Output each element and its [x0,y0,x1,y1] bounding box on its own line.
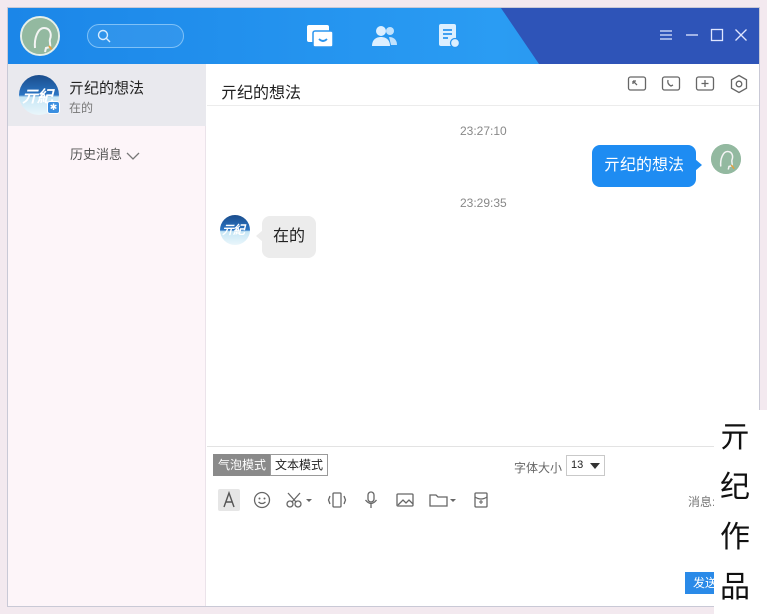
conversation-item[interactable]: 亓紀 ✱ 亓纪的想法 在的 [8,64,206,126]
font-icon [223,490,235,508]
message-input[interactable] [218,520,708,600]
search-input[interactable] [87,24,184,48]
text-mode-button[interactable]: 文本模式 [270,454,329,476]
vibrate-icon [327,492,347,508]
user-avatar-icon [22,18,58,54]
add-member-button[interactable] [695,74,715,94]
send-image-button[interactable] [394,489,416,511]
image-icon [396,493,414,507]
font-style-button[interactable] [218,489,240,511]
message-timestamp: 23:27:10 [460,124,507,138]
nav-messages[interactable] [305,22,335,50]
peer-avatar: 亓紀 [220,215,250,245]
font-size-select[interactable]: 13 [566,455,605,476]
conversation-sidebar: 亓紀 ✱ 亓纪的想法 在的 历史消息 [8,64,206,606]
outgoing-message-bubble[interactable]: 亓纪的想法 [592,145,703,187]
chevron-down-icon [126,152,140,160]
nav-apps[interactable] [434,22,464,50]
bubble-mode-button[interactable]: 气泡模式 [213,454,272,476]
user-avatar-icon [711,144,741,174]
screen-share-button[interactable] [627,74,647,94]
red-packet-button[interactable] [470,489,492,511]
search-icon [97,29,111,43]
menu-button[interactable] [659,28,673,42]
app-window: 亓紀 ✱ 亓纪的想法 在的 历史消息 亓纪的想法 23:27:10 亓纪的想法 … [7,7,760,607]
minimize-icon [686,34,698,36]
maximize-icon [710,28,724,42]
incoming-message-bubble[interactable]: 在的 [255,216,317,258]
watermark: 亓 纪 作 品 [714,410,767,614]
close-button[interactable] [734,28,748,42]
nav-contacts[interactable] [369,22,399,50]
maximize-button[interactable] [710,28,724,42]
plus-icon [695,76,715,91]
chat-bubble-icon [307,25,334,48]
emoji-icon [253,491,271,509]
folder-icon [429,494,456,507]
history-messages-label: 历史消息 [70,147,123,162]
watermark-char: 品 [720,570,750,605]
microphone-icon [364,491,378,508]
menu-icon [660,30,672,40]
history-messages-toggle[interactable]: 历史消息 [70,144,140,163]
gift-icon [474,492,488,508]
screenshot-button[interactable] [284,489,314,511]
minimize-button[interactable] [685,28,699,42]
close-icon [735,29,747,41]
watermark-char: 亓 [720,420,750,455]
watermark-char: 纪 [720,470,750,505]
contacts-icon [372,26,397,46]
voice-call-button[interactable] [661,74,681,94]
chat-header-divider [207,105,759,106]
settings-icon [730,74,748,94]
chat-title: 亓纪的想法 [221,85,302,102]
user-avatar[interactable] [20,16,60,56]
message-timestamp: 23:29:35 [460,196,507,210]
emoji-button[interactable] [251,489,273,511]
top-bar [8,8,759,64]
my-avatar [711,144,741,174]
conversation-name: 亓纪的想法 [69,80,145,97]
conversation-last-message: 在的 [69,101,94,115]
watermark-char: 作 [720,520,750,555]
message-history-link[interactable]: 消息: [688,493,715,510]
shake-button[interactable] [326,489,348,511]
remote-assist-icon [627,76,647,91]
phone-icon [661,76,681,91]
send-file-button[interactable] [428,489,458,511]
scissors-icon [286,492,312,508]
font-size-label: 字体大小 [514,461,563,475]
verified-badge-icon: ✱ [47,101,60,114]
chat-settings-button[interactable] [729,74,749,94]
voice-message-button[interactable] [360,489,382,511]
document-icon [439,24,461,49]
composer-divider [207,446,759,447]
